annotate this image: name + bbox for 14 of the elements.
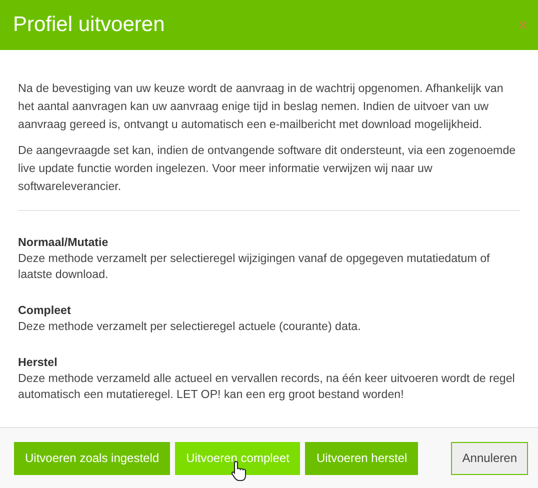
method-description: Deze methode verzamelt per selectieregel wijzigingen vanaf de opgegeven mutatiedatum of laatste download. — [18, 251, 491, 283]
method-title: Herstel — [18, 355, 58, 371]
action-button[interactable]: Uitvoeren zoals ingesteld — [14, 442, 170, 474]
paragraph: Na de bevestiging van uw keuze wordt de aanvraag in de wachtrij opgenomen. Afhankelijk van het aantal aanvragen kan uw aanvraag enige tijd in beslag nemen. Indien de uitvoer van uw aanvraag gereed is, ontvangt u automatisch een e-mailbericht met download mogelijkheid. — [18, 81, 504, 133]
method-title: Normaal/Mutatie — [18, 235, 110, 251]
method-description: Deze methode verzameld alle actueel en vervallen records, na één keer uitvoeren wordt de regel automatisch een mutatieregel. LET OP! kan een erg groot bestand worden! — [18, 371, 516, 403]
method-description: Deze methode verzamelt per selectieregel actuele (courante) data. — [18, 319, 362, 335]
cancel-button[interactable]: Annuleren — [451, 442, 528, 474]
close-button[interactable]: × — [517, 14, 528, 36]
dialog-title: Profiel uitvoeren — [13, 13, 165, 37]
paragraph: De aangevraagde set kan, indien de ontvangende software dit ondersteunt, via een zogenoemde live update functie worden ingelezen. Voor meer informatie verwijzen wij naar uw softwareleverancier. — [18, 143, 517, 195]
action-button[interactable]: Uitvoeren compleet — [175, 442, 300, 474]
method-title: Compleet — [18, 303, 72, 319]
action-button[interactable]: Uitvoeren herstel — [305, 442, 418, 474]
